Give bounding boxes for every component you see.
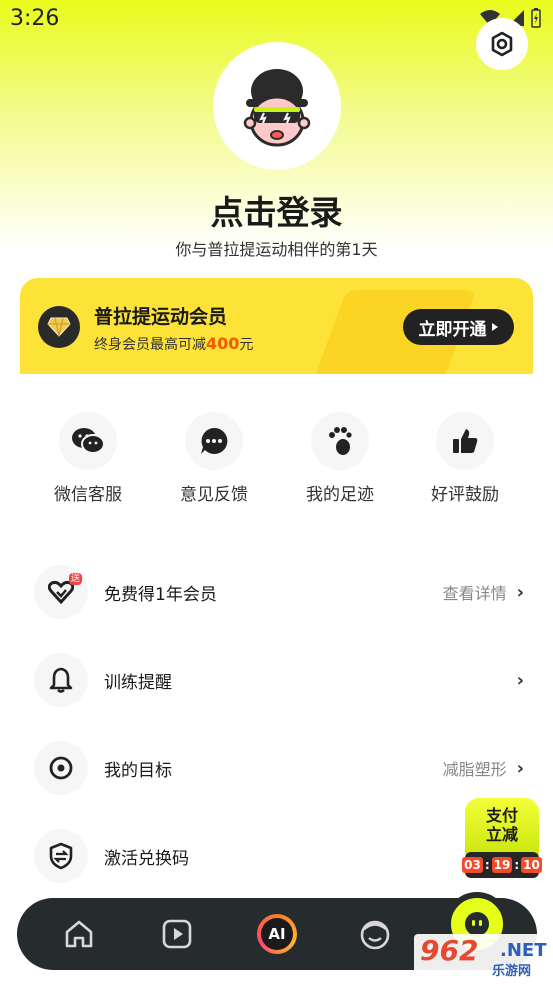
quick-action-footprint[interactable]: 我的足迹	[295, 412, 385, 505]
login-title[interactable]: 点击登录	[0, 186, 553, 234]
status-time: 3:26	[10, 6, 60, 31]
menu-row-right-text: 查看详情	[442, 584, 507, 603]
avatar[interactable]	[213, 42, 341, 170]
member-title: 普拉提运动会员	[94, 306, 228, 328]
quick-action-wechat-service[interactable]: 微信客服	[43, 412, 133, 505]
watermark-cn: 乐游网	[492, 964, 532, 979]
menu-row-my-goal[interactable]: 我的目标 减脂塑形 ›	[34, 738, 524, 798]
menu-row-title: 激活兑换码	[104, 848, 189, 869]
exchange-shield-icon	[49, 842, 73, 870]
pay-discount-badge[interactable]: 支付 立减 03 : 19 : 10	[462, 798, 542, 880]
watermark-net: .NET	[500, 940, 547, 961]
settings-gear-icon	[491, 31, 513, 57]
site-watermark: 962 .NET 乐游网	[414, 934, 550, 980]
quick-action-label: 意见反馈	[180, 485, 248, 505]
open-membership-button[interactable]: 立即开通	[403, 309, 514, 345]
menu-row-redeem-code[interactable]: 激活兑换码	[34, 826, 524, 886]
nav-home[interactable]	[57, 912, 101, 956]
diamond-icon	[38, 306, 80, 348]
countdown-sep: :	[484, 858, 490, 872]
nav-video[interactable]	[155, 912, 199, 956]
chat-dots-icon	[201, 427, 228, 454]
triangle-right-icon	[491, 323, 498, 331]
countdown-timer: 03 : 19 : 10	[462, 852, 542, 878]
battery-icon	[531, 8, 541, 28]
wechat-icon	[72, 428, 105, 454]
nav-community[interactable]	[353, 912, 397, 956]
bell-icon	[49, 667, 73, 693]
menu-row-title: 训练提醒	[104, 672, 172, 693]
target-icon	[49, 756, 73, 780]
pay-badge-line2: 立减	[485, 825, 518, 844]
menu-row-free-membership[interactable]: 送 免费得1年会员 查看详情 ›	[34, 562, 524, 622]
quick-action-label: 我的足迹	[306, 485, 374, 505]
member-desc: 终身会员最高可减400元	[94, 334, 253, 354]
member-card[interactable]: 普拉提运动会员 终身会员最高可减400元 立即开通	[20, 278, 533, 374]
countdown-hours: 03	[462, 857, 483, 873]
thumbs-up-icon	[453, 429, 478, 453]
quick-action-label: 好评鼓励	[431, 485, 499, 505]
quick-action-feedback[interactable]: 意见反馈	[169, 412, 259, 505]
menu-row-right-text: 减脂塑形	[442, 760, 507, 779]
member-desc-suffix: 元	[239, 337, 254, 353]
countdown-minutes: 19	[491, 857, 513, 873]
open-membership-label: 立即开通	[418, 319, 487, 340]
chevron-right-icon: ›	[516, 669, 524, 691]
countdown-sep: :	[514, 858, 520, 872]
pay-badge-line1: 支付	[485, 806, 518, 825]
menu-row-title: 我的目标	[104, 760, 172, 781]
watermark-number: 962	[420, 934, 479, 967]
member-desc-amount: 400	[206, 334, 240, 353]
countdown-seconds: 10	[521, 857, 542, 873]
chevron-right-icon: ›	[516, 757, 524, 779]
face-icon	[360, 920, 390, 950]
settings-button[interactable]	[476, 18, 528, 70]
menu-row-title: 免费得1年会员	[104, 584, 217, 605]
gift-tag: 送	[68, 573, 82, 585]
login-subtitle: 你与普拉提运动相伴的第1天	[175, 240, 378, 259]
ai-label: AI	[261, 918, 293, 950]
chevron-right-icon: ›	[516, 581, 524, 603]
pay-badge-text: 支付 立减	[465, 798, 539, 858]
nav-ai[interactable]: AI	[257, 914, 297, 954]
quick-action-label: 微信客服	[54, 485, 122, 505]
footprint-icon	[329, 427, 352, 455]
play-icon	[162, 919, 192, 949]
quick-action-rate[interactable]: 好评鼓励	[420, 412, 510, 505]
home-icon	[65, 920, 93, 948]
menu-row-training-reminder[interactable]: 训练提醒 ›	[34, 650, 524, 710]
avatar-character-icon	[243, 69, 311, 147]
member-desc-prefix: 终身会员最高可减	[94, 337, 206, 353]
